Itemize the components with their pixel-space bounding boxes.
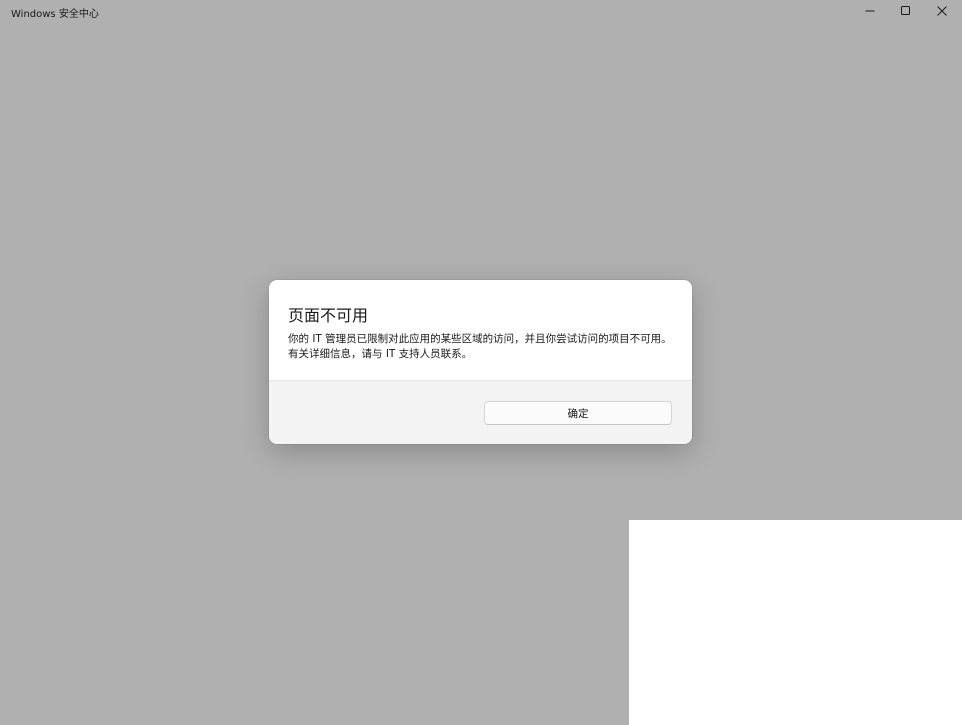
title-bar: Windows 安全中心 bbox=[0, 0, 962, 24]
close-icon bbox=[937, 6, 947, 16]
dialog-footer: 确定 bbox=[269, 380, 692, 444]
app-window: Windows 安全中心 页面不可用 你的 IT 管理员已限制对此应用的某些区域… bbox=[0, 0, 962, 725]
page-unavailable-dialog: 页面不可用 你的 IT 管理员已限制对此应用的某些区域的访问，并且你尝试访问的项… bbox=[269, 280, 692, 444]
maximize-button[interactable] bbox=[888, 0, 924, 22]
minimize-icon bbox=[865, 6, 875, 16]
ok-button[interactable]: 确定 bbox=[484, 401, 672, 425]
close-button[interactable] bbox=[924, 0, 960, 22]
dialog-title: 页面不可用 bbox=[288, 306, 369, 325]
blank-overlay-region bbox=[629, 520, 962, 725]
minimize-button[interactable] bbox=[852, 0, 888, 22]
maximize-icon bbox=[901, 6, 911, 16]
dialog-message: 你的 IT 管理员已限制对此应用的某些区域的访问，并且你尝试访问的项目不可用。有… bbox=[288, 333, 672, 360]
window-title: Windows 安全中心 bbox=[11, 9, 99, 20]
